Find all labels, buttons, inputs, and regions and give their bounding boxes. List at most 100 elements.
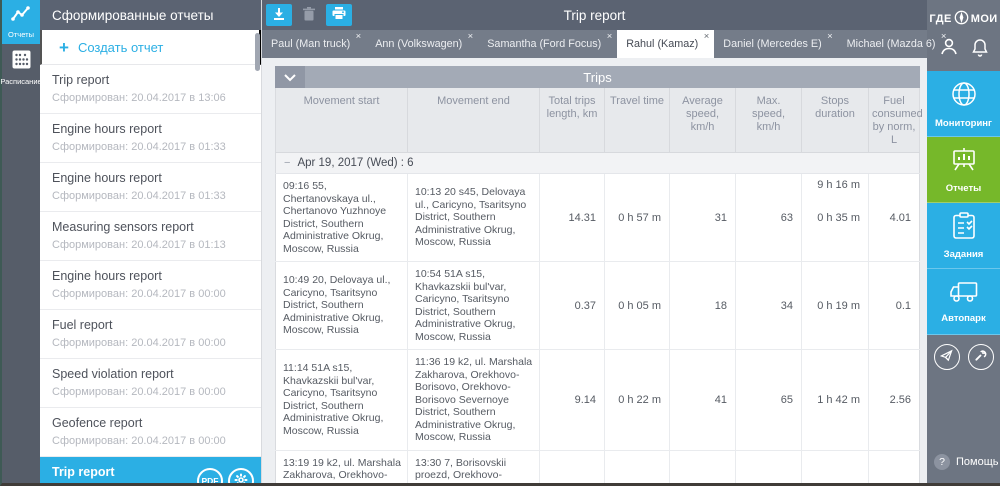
close-icon[interactable]: × xyxy=(468,32,474,42)
bell-icon xyxy=(972,38,988,60)
movement-start-cell: 10:49 20, Delovaya ul., Caricyno, Tsarit… xyxy=(276,262,408,350)
report-title: Measuring sensors report xyxy=(52,220,249,234)
col-stops-duration: Stops duration xyxy=(802,88,869,153)
tab-paul-man-truck[interactable]: Paul (Man truck) × xyxy=(262,30,366,58)
close-icon[interactable]: × xyxy=(941,32,947,42)
avg-speed-cell: 25 xyxy=(670,450,736,483)
fuel-cell: 0.1 xyxy=(869,262,920,350)
report-list-item[interactable]: Measuring sensors report Сформирован: 20… xyxy=(40,212,261,261)
report-date: Сформирован: 20.04.2017 в 00:00 xyxy=(52,386,249,398)
download-button[interactable] xyxy=(266,4,292,26)
max-speed-cell: 34 xyxy=(736,262,802,350)
travel-time-cell: 0 h 11 m xyxy=(605,450,670,483)
report-title: Trip report xyxy=(52,73,249,87)
nav-label: Автопарк xyxy=(941,313,986,324)
initial-stop-duration: 9 h 16 m xyxy=(817,179,860,191)
question-icon: ? xyxy=(934,454,950,470)
reports-scrollbar[interactable] xyxy=(255,33,260,71)
max-speed-cell: 63 xyxy=(736,174,802,262)
trash-icon xyxy=(303,7,315,24)
create-report-button[interactable]: + Создать отчет xyxy=(40,30,261,65)
report-list-item[interactable]: Engine hours report Сформирован: 20.04.2… xyxy=(40,114,261,163)
gdemoi-logo: ГДЕ МОИ xyxy=(927,0,1000,32)
reports-panel-title: Сформированные отчеты xyxy=(40,0,261,30)
report-content: Trips Movement start Movement end Total … xyxy=(262,58,927,483)
close-icon[interactable]: × xyxy=(827,32,833,42)
col-total-length: Total trips length, km xyxy=(540,88,605,153)
report-toolbar: Trip report xyxy=(262,0,927,30)
help-label: Помощь xyxy=(956,456,999,468)
app-window: Отчеты Расписание Сформированные отчеты … xyxy=(0,0,1000,486)
rail-item-label: Расписание xyxy=(0,77,41,86)
send-message-button[interactable] xyxy=(934,344,960,370)
close-icon[interactable]: × xyxy=(356,32,362,42)
wrench-button[interactable] xyxy=(968,344,994,370)
report-title: Engine hours report xyxy=(52,122,249,136)
report-title: Speed violation report xyxy=(52,367,249,381)
stops-duration-cell: 0 h 19 m xyxy=(802,262,869,350)
compass-icon xyxy=(954,10,969,28)
nav-tasks[interactable]: Задания xyxy=(927,203,1000,269)
trips-table-header-row: Movement start Movement end Total trips … xyxy=(276,88,920,153)
nav-monitoring[interactable]: Мониторинг xyxy=(927,71,1000,137)
report-list-item[interactable]: Fuel report Сформирован: 20.04.2017 в 00… xyxy=(40,310,261,359)
collapse-section-button[interactable] xyxy=(275,66,305,88)
report-list-item[interactable]: Trip report Сформирован: 20.04.2017 в 13… xyxy=(40,65,261,114)
pdf-button[interactable]: PDF xyxy=(197,468,223,483)
report-list-item[interactable]: Engine hours report Сформирован: 20.04.2… xyxy=(40,163,261,212)
movement-end-cell: 10:54 51A s15, Khavkazskii bul'var, Cari… xyxy=(408,262,540,350)
close-icon[interactable]: × xyxy=(607,32,613,42)
tab-ann-volkswagen[interactable]: Ann (Volkswagen) × xyxy=(366,30,478,58)
tab-daniel-mercedes-e[interactable]: Daniel (Mercedes E) × xyxy=(714,30,837,58)
trip-row: 10:49 20, Delovaya ul., Caricyno, Tsarit… xyxy=(276,262,920,350)
movement-end-cell: 11:36 19 k2, ul. Marshala Zakharova, Ore… xyxy=(408,350,540,451)
rail-item-reports[interactable]: Отчеты xyxy=(2,0,40,44)
report-list-item[interactable]: Speed violation report Сформирован: 20.0… xyxy=(40,359,261,408)
report-list-item[interactable]: Geofence report Сформирован: 20.04.2017 … xyxy=(40,408,261,457)
device-tabbar: Paul (Man truck) × Ann (Volkswagen) × Sa… xyxy=(262,30,927,58)
tab-samantha-ford-focus[interactable]: Samantha (Ford Focus) × xyxy=(478,30,617,58)
logo-text-left: ГДЕ xyxy=(929,13,951,25)
help-button[interactable]: ? Помощь xyxy=(927,444,1000,483)
print-button[interactable] xyxy=(326,4,352,26)
globe-icon xyxy=(949,79,979,114)
col-max-speed: Max. speed, km/h xyxy=(736,88,802,153)
tab-rahul-kamaz[interactable]: Rahul (Kamaz) × xyxy=(617,30,714,58)
movement-end-cell: 13:30 7, Borisovskii proezd, Orekhovo-Bo… xyxy=(408,450,540,483)
wrench-icon xyxy=(974,349,987,365)
close-icon[interactable]: × xyxy=(704,32,710,42)
report-title: Engine hours report xyxy=(52,269,249,283)
collapse-group-icon[interactable]: − xyxy=(284,157,290,169)
max-speed-cell: 49 xyxy=(736,450,802,483)
right-sidebar: ГДЕ МОИ Мониторинг xyxy=(927,0,1000,483)
nav-reports[interactable]: Отчеты xyxy=(927,137,1000,203)
report-settings-button[interactable] xyxy=(228,468,254,483)
nav-fleet[interactable]: Автопарк xyxy=(927,269,1000,335)
paper-plane-icon xyxy=(940,349,953,365)
tab-label: Samantha (Ford Focus) xyxy=(487,38,601,50)
report-list-item[interactable]: Engine hours report Сформирован: 20.04.2… xyxy=(40,261,261,310)
max-speed-cell: 65 xyxy=(736,350,802,451)
travel-time-cell: 0 h 57 m xyxy=(605,174,670,262)
trip-length-cell: 1.34 xyxy=(540,450,605,483)
rail-item-schedule[interactable]: Расписание xyxy=(2,44,40,91)
trip-length-cell: 14.31 xyxy=(540,174,605,262)
report-date: Сформирован: 20.04.2017 в 01:13 xyxy=(52,239,249,251)
stops-duration-cell: 1 h 09 m xyxy=(802,450,869,483)
fuel-cell: 0.38 xyxy=(869,450,920,483)
fuel-cell: 4.01 xyxy=(869,174,920,262)
reports-panel: Сформированные отчеты + Создать отчет Tr… xyxy=(40,0,262,483)
date-group-row[interactable]: −Apr 19, 2017 (Wed) : 6 xyxy=(276,153,920,174)
notifications-button[interactable] xyxy=(972,38,988,60)
delete-button[interactable] xyxy=(296,4,322,26)
tab-michael-mazda-6[interactable]: Michael (Mazda 6) × xyxy=(838,30,952,58)
nav-label: Задания xyxy=(944,249,984,260)
avg-speed-cell: 41 xyxy=(670,350,736,451)
report-list-item-selected[interactable]: Trip report Сформирован: 20.04.2017 в 00… xyxy=(40,457,261,483)
col-travel-time: Travel time xyxy=(605,88,670,153)
col-movement-end: Movement end xyxy=(408,88,540,153)
movement-start-cell: 09:16 55, Chertanovskaya ul., Chertanovo… xyxy=(276,174,408,262)
trip-row: 13:19 19 k2, ul. Marshala Zakharova, Ore… xyxy=(276,450,920,483)
tab-label: Daniel (Mercedes E) xyxy=(723,38,821,50)
tab-label: Ann (Volkswagen) xyxy=(375,38,462,50)
